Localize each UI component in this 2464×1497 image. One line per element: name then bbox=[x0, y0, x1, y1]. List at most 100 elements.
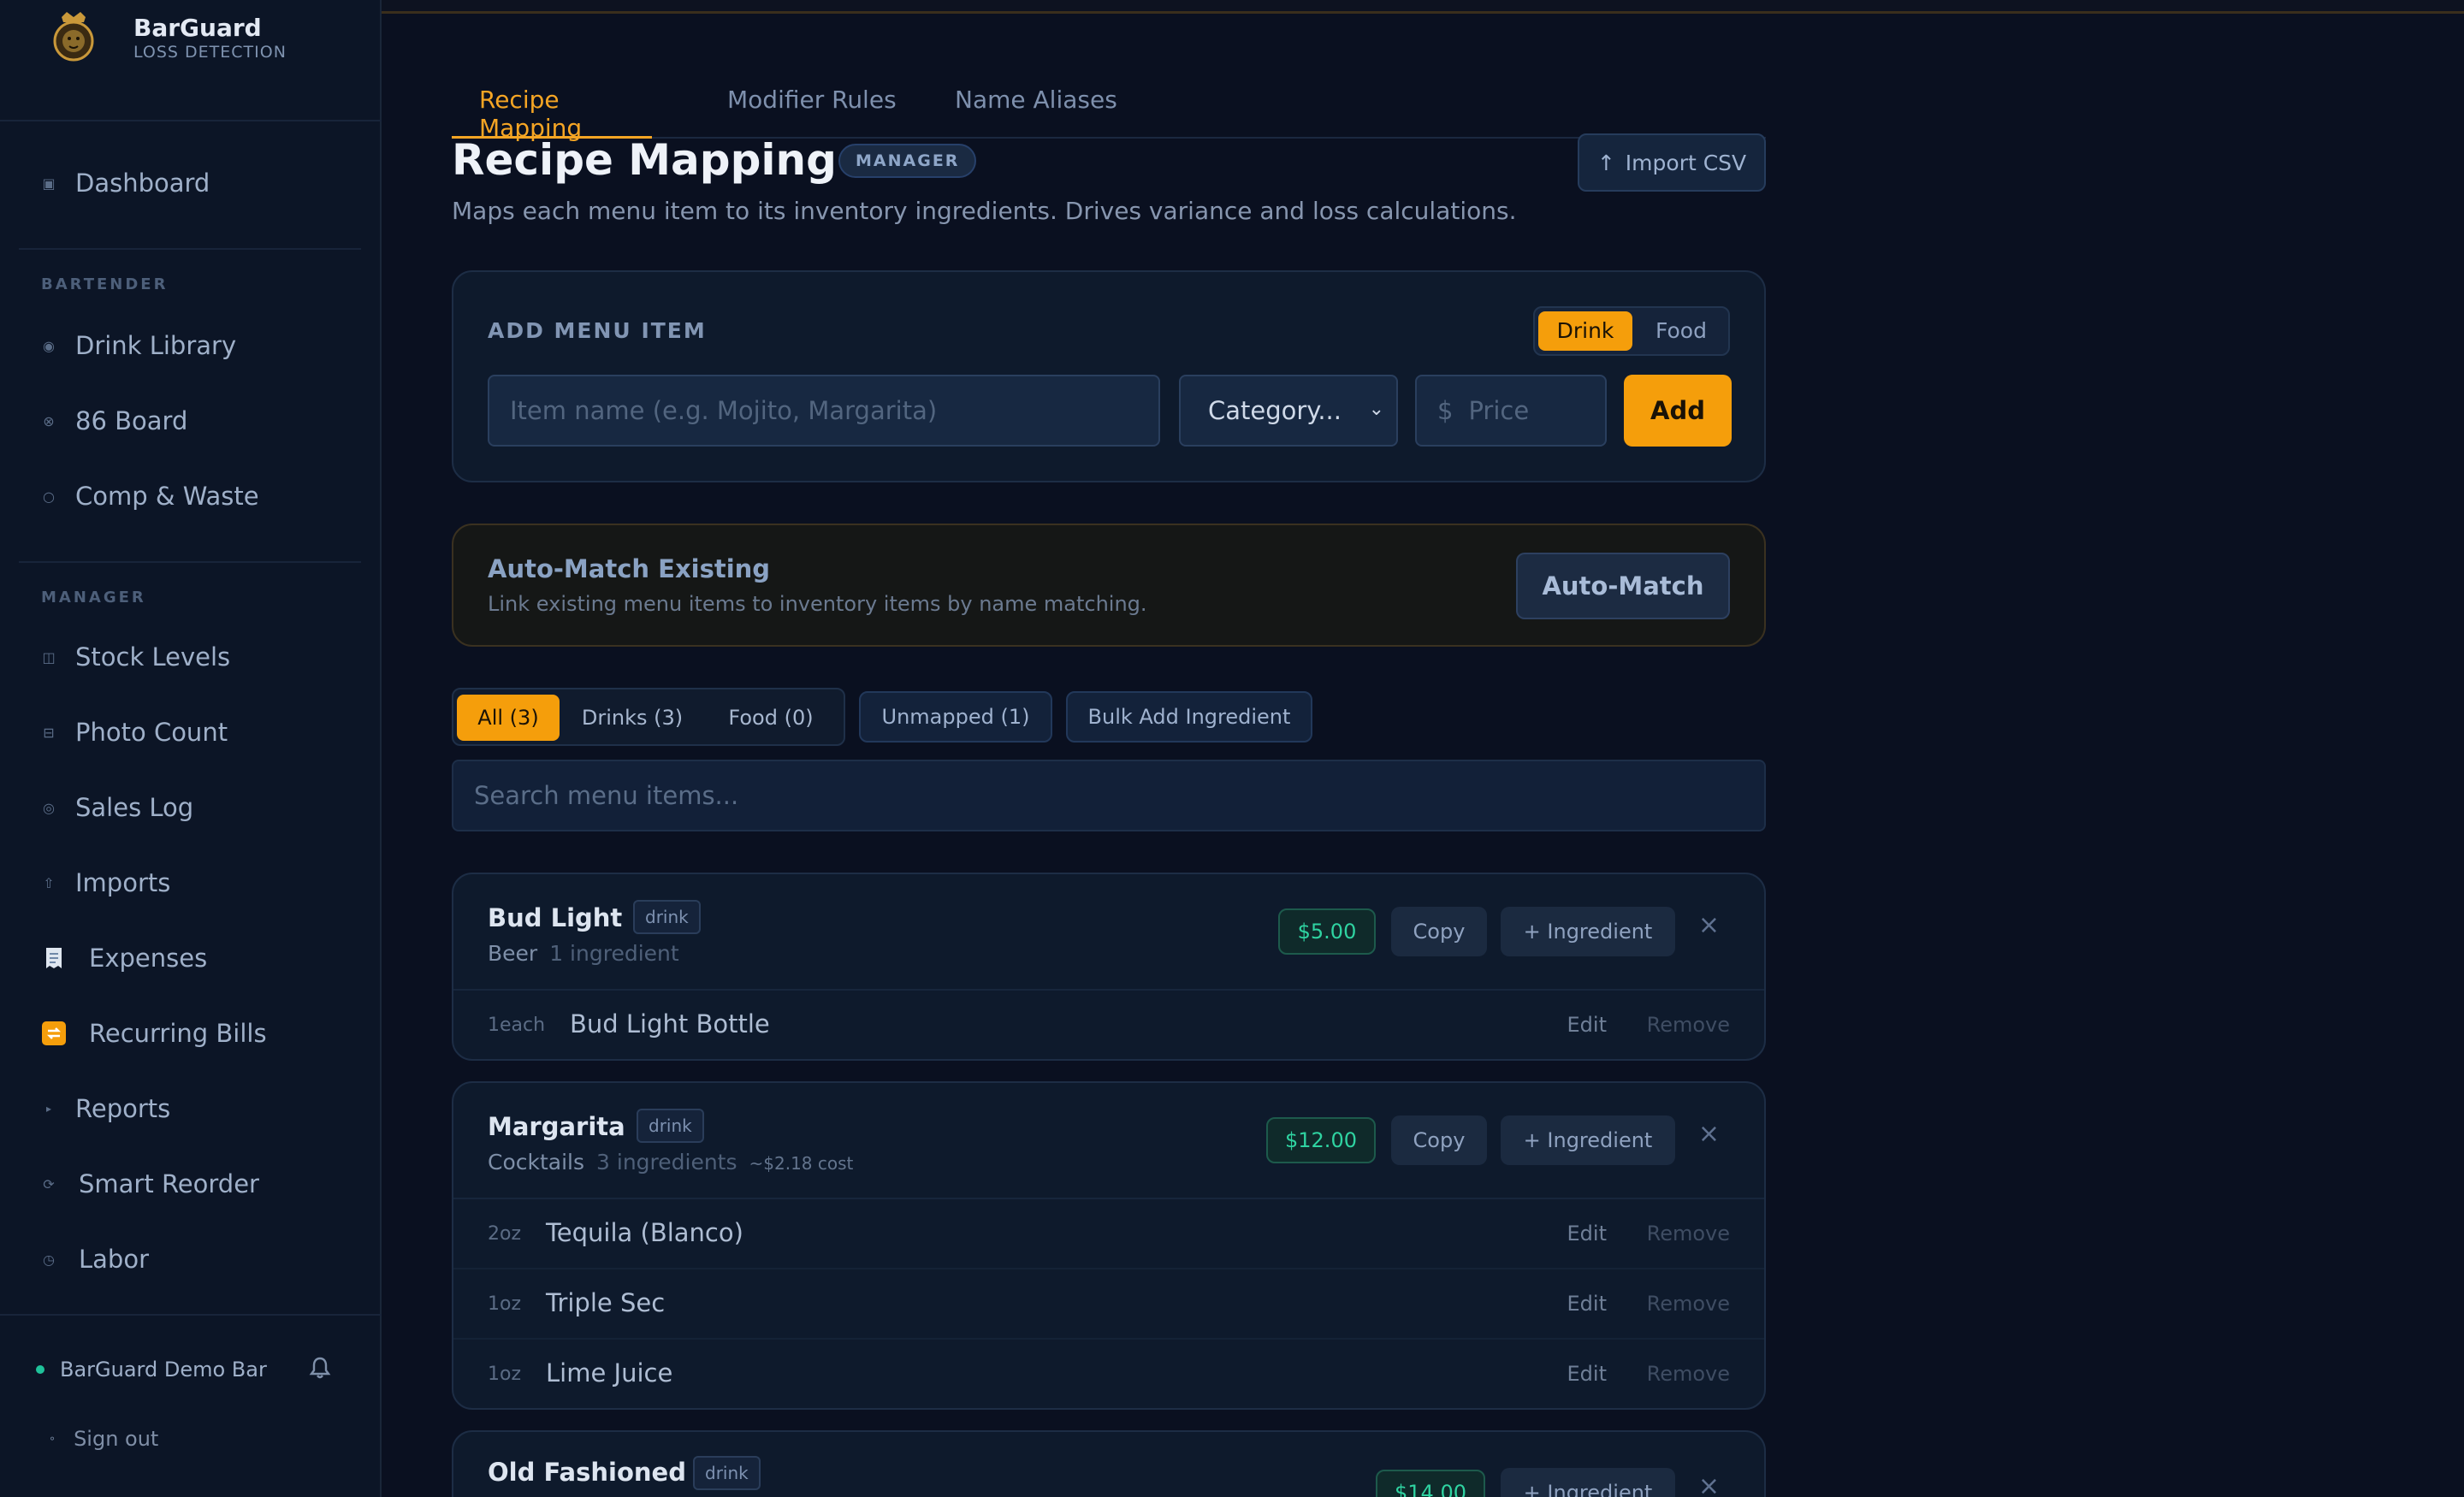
sidebar-item-label: Dashboard bbox=[75, 169, 210, 198]
currency-symbol: $ bbox=[1437, 396, 1454, 425]
arrow-up-icon: ↑ bbox=[1596, 150, 1615, 175]
triangle-icon: ▸ bbox=[45, 1103, 52, 1115]
sidebar-item-label: Stock Levels bbox=[75, 642, 231, 672]
edit-link[interactable]: Edit bbox=[1567, 1292, 1607, 1316]
sidebar-item-label: Drink Library bbox=[75, 331, 237, 360]
filter-unmapped[interactable]: Unmapped (1) bbox=[859, 691, 1052, 743]
sidebar-item-expenses[interactable]: Expenses bbox=[41, 938, 207, 979]
page-title: Recipe Mapping bbox=[452, 135, 837, 185]
remove-link[interactable]: Remove bbox=[1647, 1362, 1730, 1386]
edit-link[interactable]: Edit bbox=[1567, 1222, 1607, 1246]
price-badge: $5.00 bbox=[1278, 908, 1376, 955]
copy-button[interactable]: Copy bbox=[1391, 907, 1487, 956]
circle-icon: ○ bbox=[43, 488, 55, 505]
ingredient-name: Tequila (Blanco) bbox=[546, 1218, 743, 1247]
ingredient-count: 1 ingredient bbox=[549, 941, 679, 966]
edit-link[interactable]: Edit bbox=[1567, 1362, 1607, 1386]
clock-icon: ◷ bbox=[43, 1251, 55, 1268]
item-kind-badge: drink bbox=[633, 900, 701, 934]
sidebar-item-label: 86 Board bbox=[75, 406, 188, 435]
sidebar-item-imports[interactable]: ⇧ Imports bbox=[41, 862, 170, 903]
page-subtitle: Maps each menu item to its inventory ing… bbox=[452, 197, 1517, 225]
sidebar-item-labor[interactable]: ◷ Labor bbox=[41, 1239, 149, 1280]
bulk-add-ingredient-button[interactable]: Bulk Add Ingredient bbox=[1066, 691, 1312, 743]
receipt-icon bbox=[46, 948, 62, 968]
menu-item-card: Old Fashioned drink $14.00 + Ingredient … bbox=[452, 1430, 1766, 1497]
ingredient-row: 1each Bud Light Bottle Edit Remove bbox=[453, 991, 1764, 1061]
sidebar-item-label: Smart Reorder bbox=[79, 1169, 259, 1198]
edit-link[interactable]: Edit bbox=[1567, 1013, 1607, 1037]
sidebar-item-label: Labor bbox=[79, 1245, 150, 1274]
type-option-food[interactable]: Food bbox=[1636, 311, 1727, 351]
circle-dot-icon: ◉ bbox=[43, 337, 55, 354]
ingredient-qty: 1each bbox=[488, 1015, 546, 1036]
add-ingredient-button[interactable]: + Ingredient bbox=[1501, 1468, 1675, 1497]
section-label-manager: MANAGER bbox=[41, 589, 146, 606]
sidebar-item-dashboard[interactable]: ▣ Dashboard bbox=[41, 163, 210, 204]
top-bar bbox=[382, 0, 2464, 14]
ingredient-qty: 1oz bbox=[488, 1293, 522, 1315]
venue-selector[interactable]: BarGuard Demo Bar bbox=[36, 1355, 267, 1384]
tab-modifier-rules[interactable]: Modifier Rules bbox=[727, 82, 897, 139]
sidebar-item-86-board[interactable]: ⊗ 86 Board bbox=[41, 400, 187, 441]
ingredient-qty: 2oz bbox=[488, 1223, 522, 1245]
import-csv-label: Import CSV bbox=[1625, 150, 1747, 175]
item-name-input[interactable]: Item name (e.g. Mojito, Margarita) bbox=[488, 375, 1160, 447]
menu-item-header: Bud Light drink Beer 1 ingredient $5.00 C… bbox=[453, 874, 1764, 991]
remove-link[interactable]: Remove bbox=[1647, 1292, 1730, 1316]
ingredient-count: 3 ingredients bbox=[596, 1150, 737, 1175]
sign-out-link[interactable]: ⚬ Sign out bbox=[48, 1427, 158, 1451]
sidebar-item-comp-waste[interactable]: ○ Comp & Waste bbox=[41, 476, 259, 517]
refresh-icon: ⟳ bbox=[43, 1175, 55, 1192]
brand-title: BarGuard bbox=[133, 14, 262, 42]
tab-name-aliases[interactable]: Name Aliases bbox=[955, 82, 1117, 139]
add-button[interactable]: Add bbox=[1624, 375, 1732, 447]
type-option-drink[interactable]: Drink bbox=[1538, 311, 1632, 351]
item-category: Beer bbox=[488, 941, 538, 966]
menu-item-meta: Beer 1 ingredient bbox=[488, 941, 679, 966]
menu-item-meta: Cocktails 3 ingredients ~$2.18 cost bbox=[488, 1150, 853, 1175]
chevron-down-icon: ⌄ bbox=[1368, 399, 1384, 420]
filter-food[interactable]: Food (0) bbox=[707, 695, 835, 741]
price-badge: $12.00 bbox=[1266, 1117, 1376, 1163]
tab-recipe-mapping[interactable]: Recipe Mapping bbox=[452, 82, 652, 142]
price-input[interactable]: $ Price bbox=[1415, 375, 1607, 447]
search-input[interactable]: Search menu items... bbox=[452, 760, 1766, 831]
ingredient-qty: 1oz bbox=[488, 1364, 522, 1385]
add-ingredient-button[interactable]: + Ingredient bbox=[1501, 907, 1675, 956]
menu-item-name: Bud Light bbox=[488, 903, 623, 932]
menu-item-name: Old Fashioned bbox=[488, 1458, 686, 1487]
close-icon[interactable]: × bbox=[1698, 1471, 1720, 1497]
square-icon: ▣ bbox=[42, 175, 56, 192]
sidebar-item-reports[interactable]: ▸ Reports bbox=[41, 1088, 170, 1129]
menu-item-card: Bud Light drink Beer 1 ingredient $5.00 C… bbox=[452, 873, 1766, 1061]
sidebar-item-drink-library[interactable]: ◉ Drink Library bbox=[41, 325, 236, 366]
filter-drinks[interactable]: Drinks (3) bbox=[568, 695, 696, 741]
sidebar-item-photo-count[interactable]: ⊟ Photo Count bbox=[41, 712, 228, 753]
sidebar-item-recurring-bills[interactable]: Recurring Bills bbox=[41, 1013, 267, 1054]
menu-item-name: Margarita bbox=[488, 1112, 625, 1141]
remove-link[interactable]: Remove bbox=[1647, 1222, 1730, 1246]
status-dot bbox=[36, 1365, 44, 1374]
role-badge: MANAGER bbox=[838, 144, 977, 178]
remove-link[interactable]: Remove bbox=[1647, 1013, 1730, 1037]
close-icon[interactable]: × bbox=[1698, 1119, 1720, 1149]
brand[interactable]: BarGuard LOSS DETECTION bbox=[44, 9, 287, 67]
category-select[interactable]: Category... ⌄ bbox=[1179, 375, 1398, 447]
auto-match-button[interactable]: Auto-Match bbox=[1516, 553, 1730, 619]
columns-icon: ◫ bbox=[42, 648, 56, 666]
filter-all[interactable]: All (3) bbox=[457, 695, 560, 741]
bell-icon[interactable] bbox=[308, 1355, 332, 1381]
close-icon[interactable]: × bbox=[1698, 910, 1720, 940]
sidebar-item-sales-log[interactable]: ◎ Sales Log bbox=[41, 787, 193, 828]
import-csv-button[interactable]: ↑ Import CSV bbox=[1578, 133, 1766, 192]
ingredient-name: Bud Light Bottle bbox=[570, 1009, 770, 1038]
sidebar-item-label: Imports bbox=[75, 868, 171, 897]
sidebar-item-stock-levels[interactable]: ◫ Stock Levels bbox=[41, 636, 230, 677]
copy-button[interactable]: Copy bbox=[1391, 1115, 1487, 1165]
add-ingredient-button[interactable]: + Ingredient bbox=[1501, 1115, 1675, 1165]
price-badge: $14.00 bbox=[1376, 1470, 1485, 1497]
auto-match-title: Auto-Match Existing bbox=[488, 554, 771, 583]
divider bbox=[19, 561, 361, 563]
sidebar-item-smart-reorder[interactable]: ⟳ Smart Reorder bbox=[41, 1163, 259, 1204]
